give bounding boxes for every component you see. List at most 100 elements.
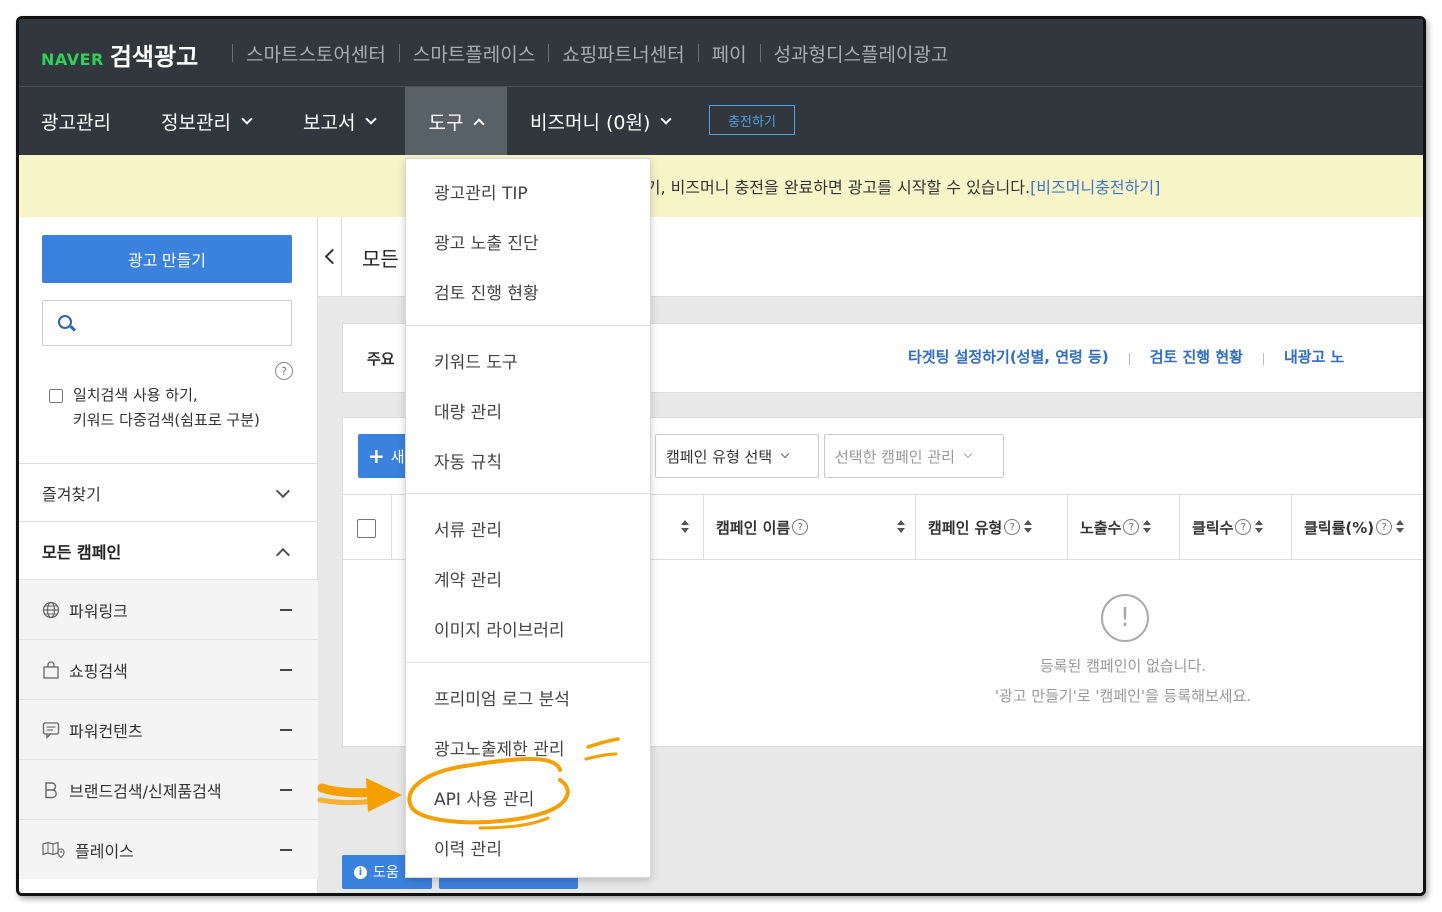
- menu-divider: [406, 325, 650, 326]
- campaign-type-brandsearch[interactable]: 브랜드검색/신제품검색: [19, 759, 318, 819]
- menu-item-auto-rules[interactable]: 자동 규칙: [434, 448, 502, 473]
- charge-button[interactable]: 충전하기: [709, 105, 795, 135]
- select-all-checkbox[interactable]: [357, 519, 376, 538]
- column-impressions[interactable]: 노출수 ?: [1067, 495, 1179, 559]
- menu-item-premium-log[interactable]: 프리미엄 로그 분석: [434, 685, 570, 710]
- campaign-search-input[interactable]: [85, 309, 281, 337]
- column-clicks[interactable]: 클릭수 ?: [1179, 495, 1291, 559]
- sort-icon[interactable]: [1024, 520, 1033, 534]
- campaign-type-powerlink[interactable]: 파워링크: [19, 579, 318, 639]
- all-campaigns-label: 모든 캠페인: [42, 542, 122, 562]
- select-value: 캠페인 유형 선택: [666, 447, 773, 466]
- exact-search-checkbox[interactable]: [49, 389, 63, 403]
- service-link-smartplace[interactable]: 스마트플레이스: [413, 40, 535, 67]
- menu-item-contracts[interactable]: 계약 관리: [434, 566, 502, 591]
- sort-icon[interactable]: [897, 520, 905, 534]
- bizmoney-charge-link[interactable]: [비즈머니충전하기]: [1030, 178, 1160, 197]
- help-button-label: 도움: [373, 865, 399, 881]
- help-icon[interactable]: ?: [792, 519, 809, 535]
- collapse-icon[interactable]: [280, 669, 292, 671]
- nav-tools[interactable]: 도구: [405, 87, 507, 155]
- my-ad-link[interactable]: 내광고 노: [1284, 346, 1344, 367]
- nav-info-management[interactable]: 정보관리: [161, 87, 253, 155]
- nav-label: 광고관리: [41, 111, 111, 134]
- page-title: 모든: [362, 247, 399, 271]
- nav-bizmoney[interactable]: 비즈머니 (0원): [530, 87, 673, 155]
- notice-text-wrap: 들기, 비즈머니 충전을 완료하면 광고를 시작할 수 있습니다.[비즈머니충전…: [631, 174, 1160, 198]
- service-links: 스마트스토어센터 스마트플레이스 쇼핑파트너센터 페이 성과형디스플레이광고: [219, 39, 948, 67]
- chevron-down-icon: [365, 112, 378, 125]
- shopping-bag-icon: [41, 660, 61, 680]
- all-campaigns-section[interactable]: 모든 캠페인: [19, 521, 318, 579]
- nav-ad-management[interactable]: 광고관리: [41, 87, 111, 155]
- divider: [232, 44, 233, 62]
- column-campaign-name[interactable]: 캠페인 이름 ?: [703, 495, 915, 559]
- service-link-pay[interactable]: 페이: [712, 40, 747, 67]
- service-link-smartstore[interactable]: 스마트스토어센터: [246, 40, 386, 67]
- menu-item-image-library[interactable]: 이미지 라이브러리: [434, 616, 565, 641]
- sort-icon[interactable]: [1396, 520, 1405, 534]
- nav-label: 비즈머니 (0원): [530, 111, 651, 134]
- chevron-down-icon: [275, 483, 291, 499]
- menu-divider: [406, 493, 650, 494]
- naver-logo-text: NAVER: [41, 50, 104, 69]
- campaign-type-shopping[interactable]: 쇼핑검색: [19, 639, 318, 699]
- review-status-link[interactable]: 검토 진행 현황: [1150, 346, 1243, 367]
- collapse-icon[interactable]: [280, 609, 292, 611]
- column-label: 캠페인 유형: [928, 518, 1003, 537]
- service-link-display-ad[interactable]: 성과형디스플레이광고: [774, 40, 949, 67]
- campaign-type-label: 파워컨텐츠: [69, 721, 143, 741]
- menu-item-ad-tip[interactable]: 광고관리 TIP: [434, 179, 528, 204]
- notice-banner: 들기, 비즈머니 충전을 완료하면 광고를 시작할 수 있습니다.[비즈머니충전…: [19, 155, 1423, 217]
- service-link-shopping-partner[interactable]: 쇼핑파트너센터: [562, 40, 684, 67]
- campaign-type-place[interactable]: 플레이스: [19, 819, 318, 879]
- column-label: 클릭률(%): [1304, 518, 1375, 537]
- campaign-type-powercontents[interactable]: 파워컨텐츠: [19, 699, 318, 759]
- info-icon: i: [354, 865, 367, 879]
- targeting-settings-link[interactable]: 타겟팅 설정하기(성별, 연령 등): [908, 346, 1109, 367]
- nav-label: 도구: [428, 111, 464, 134]
- chevron-up-icon: [473, 117, 486, 130]
- collapse-icon[interactable]: [280, 849, 292, 851]
- help-icon[interactable]: ?: [1004, 519, 1021, 535]
- help-icon[interactable]: ?: [1123, 519, 1140, 535]
- sort-icon[interactable]: [681, 520, 689, 534]
- help-icon[interactable]: ?: [1376, 519, 1393, 535]
- collapse-icon[interactable]: [280, 789, 292, 791]
- selected-campaign-manage-select[interactable]: 선택한 캠페인 관리: [824, 434, 1004, 478]
- favorites-section[interactable]: 즐겨찾기: [19, 463, 318, 521]
- chevron-down-icon: [963, 449, 973, 459]
- naver-searchad-logo[interactable]: NAVER 검색광고: [41, 37, 198, 71]
- favorites-label: 즐겨찾기: [42, 484, 101, 504]
- column-campaign-type[interactable]: 캠페인 유형 ?: [915, 495, 1067, 559]
- divider: [1262, 352, 1264, 365]
- menu-item-api-usage[interactable]: API 사용 관리: [434, 785, 534, 810]
- menu-item-history[interactable]: 이력 관리: [434, 835, 502, 860]
- search-icon[interactable]: [58, 315, 72, 329]
- sort-icon[interactable]: [1255, 520, 1264, 534]
- help-icon[interactable]: ?: [275, 362, 293, 380]
- column-label: 클릭수: [1192, 518, 1234, 537]
- collapse-sidebar-button[interactable]: [318, 217, 342, 297]
- menu-item-keyword-tool[interactable]: 키워드 도구: [434, 348, 518, 373]
- browser-frame: NAVER 검색광고 스마트스토어센터 스마트플레이스 쇼핑파트너센터 페이 성…: [16, 16, 1426, 896]
- campaign-type-label: 파워링크: [69, 601, 128, 621]
- create-ad-button[interactable]: 광고 만들기: [42, 235, 292, 283]
- menu-item-review-status[interactable]: 검토 진행 현황: [434, 279, 539, 304]
- campaign-type-select[interactable]: 캠페인 유형 선택: [655, 434, 819, 478]
- column-ctr[interactable]: 클릭률(%) ?: [1291, 495, 1423, 559]
- menu-item-exposure-limit[interactable]: 광고노출제한 관리: [434, 735, 565, 760]
- main-nav: 광고관리 정보관리 보고서 도구 비즈머니 (0원) 충전하기: [19, 87, 1423, 155]
- map-pin-icon: [41, 840, 67, 860]
- nav-reports[interactable]: 보고서: [303, 87, 378, 155]
- nav-label: 정보관리: [161, 111, 231, 134]
- column-label: 캠페인 이름: [716, 518, 791, 537]
- brand-b-icon: [41, 780, 61, 800]
- menu-item-bulk-management[interactable]: 대량 관리: [434, 398, 502, 423]
- sort-icon[interactable]: [1143, 520, 1152, 534]
- menu-item-documents[interactable]: 서류 관리: [434, 516, 502, 541]
- help-icon[interactable]: ?: [1235, 519, 1252, 535]
- menu-item-exposure-diagnosis[interactable]: 광고 노출 진단: [434, 229, 539, 254]
- divider: [697, 44, 699, 62]
- collapse-icon[interactable]: [280, 729, 292, 731]
